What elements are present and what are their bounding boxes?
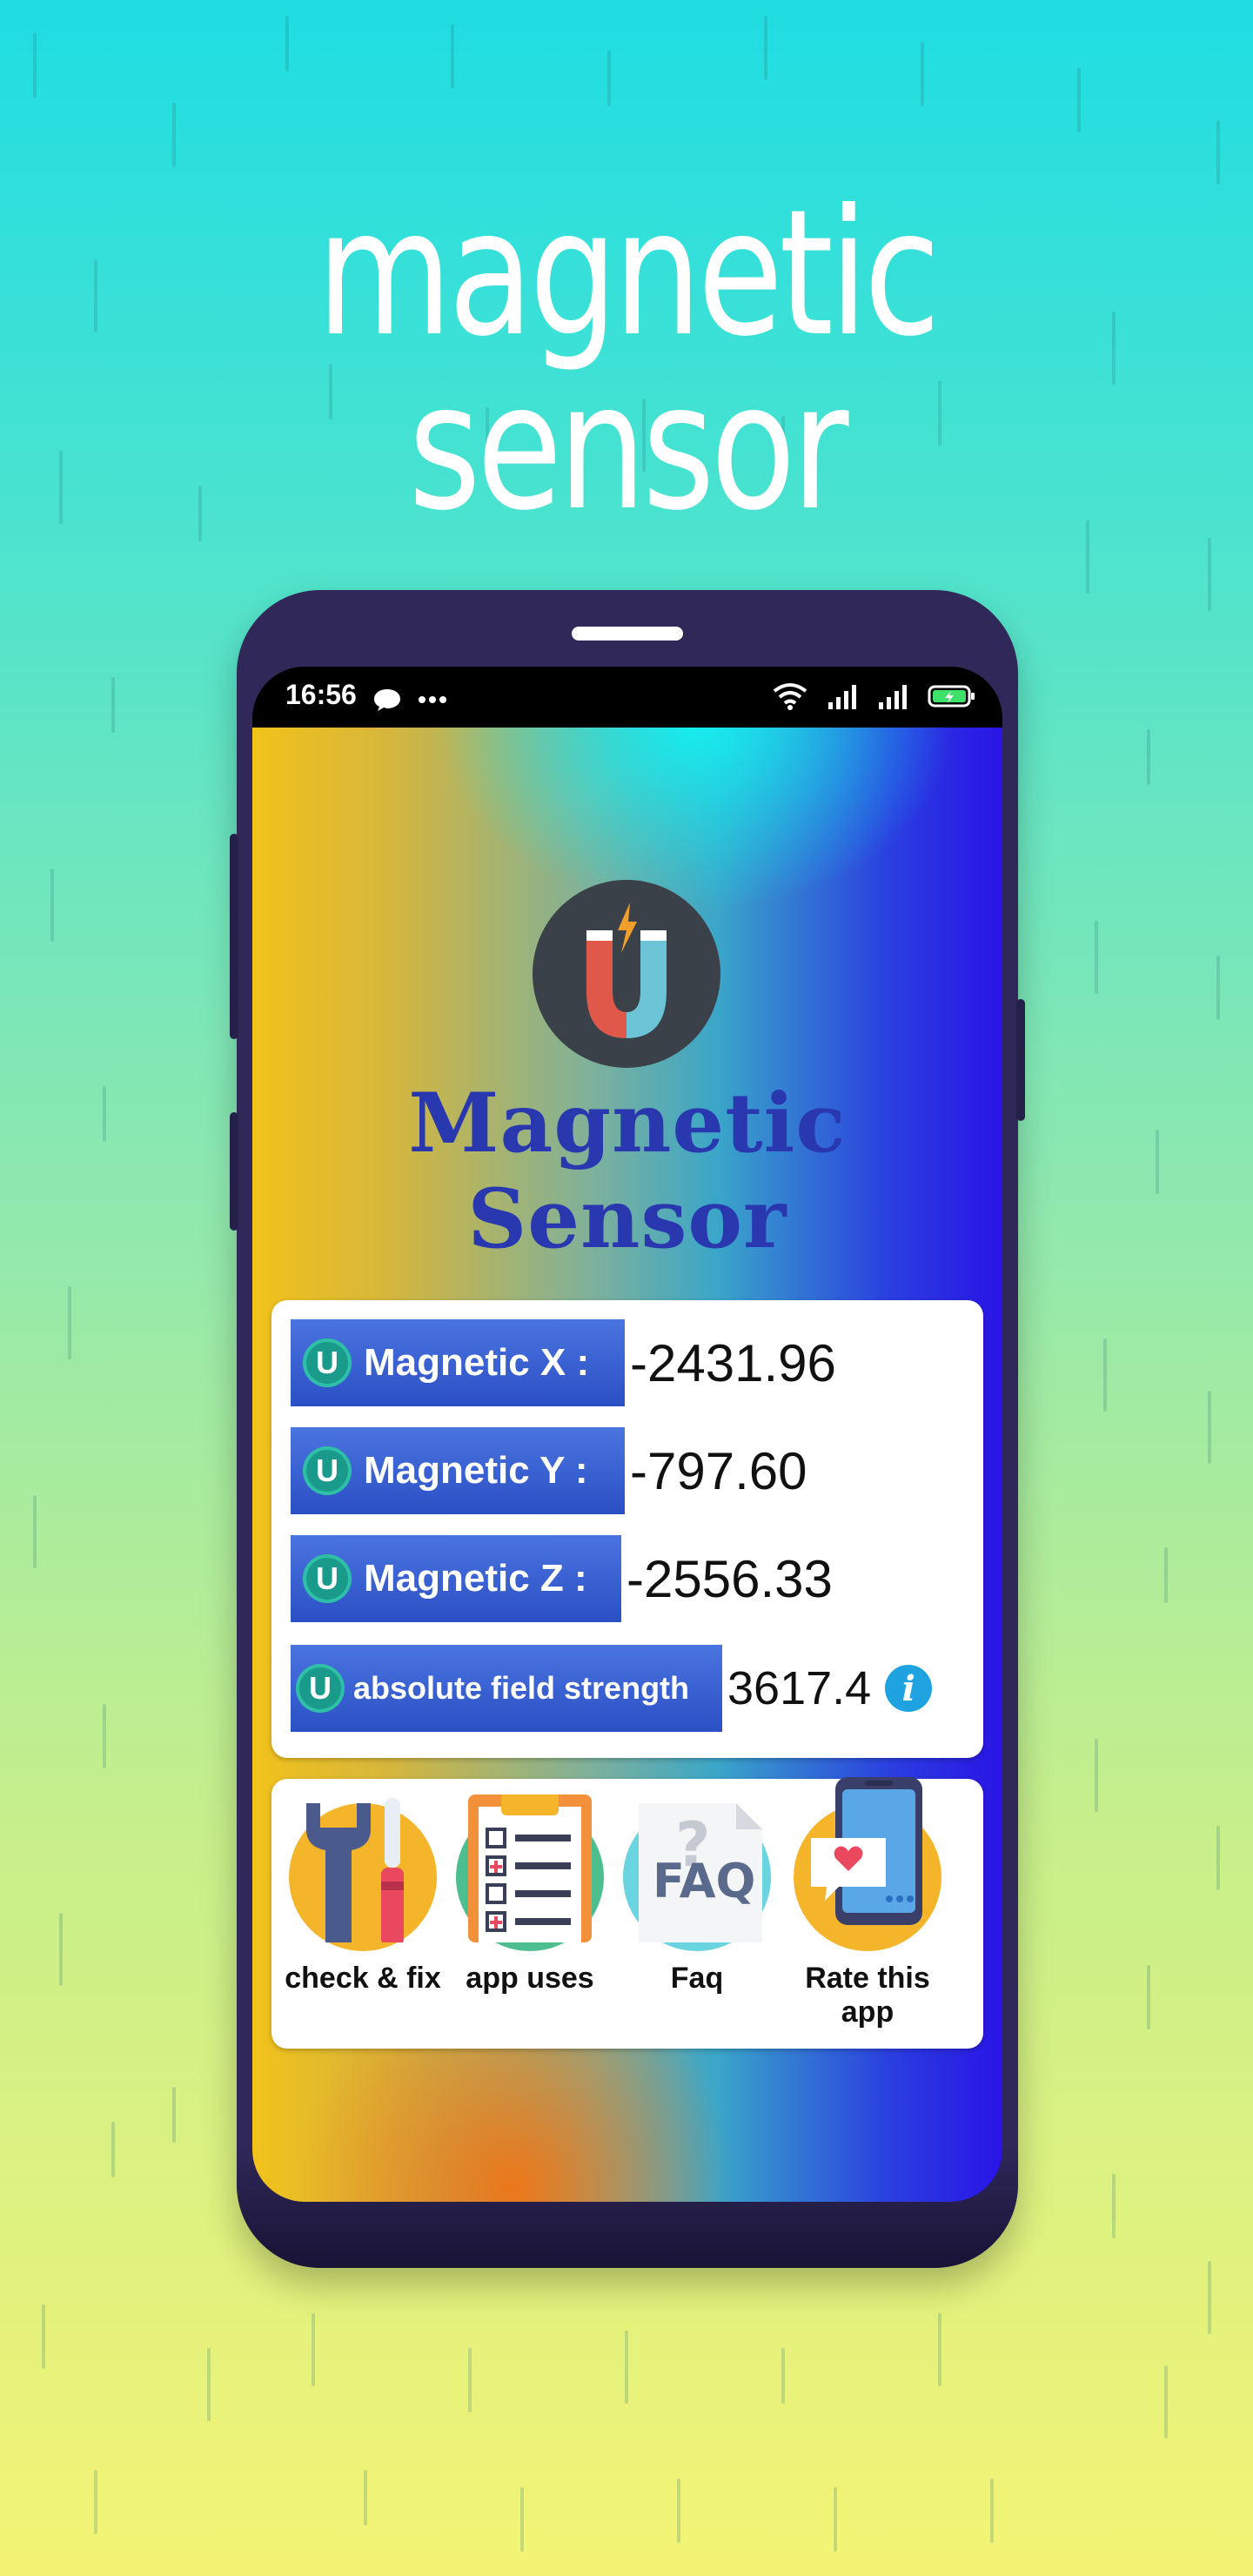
signal-icon [828,685,856,709]
phone-speaker [572,627,683,641]
reading-value-x: -2431.96 [630,1333,836,1392]
nav-item-app-uses[interactable]: app uses [447,1794,613,1996]
app-screen: Magnetic Sensor U Magnetic X : -2431.96 … [252,728,1002,2202]
phone-screen: 16:56 Magnetic Sensor U Magnetic X: -24… [252,667,1002,2202]
nav-item-rate[interactable]: Rate this app [785,1777,950,2029]
faq-icon: ? FAQ [623,1803,771,1951]
nav-label: Rate this app [805,1962,930,2029]
svg-text:FAQ: FAQ [653,1854,755,1909]
nav-card: check & fix app uses ? FAQ Faq Rate this… [271,1777,983,2049]
checklist-icon [456,1794,604,1951]
wifi-icon [773,683,807,710]
reading-label-box: U Magnetic Y : [291,1427,625,1514]
status-time: 16:56 [285,679,357,710]
nav-item-check-fix[interactable]: check & fix [280,1798,446,1996]
reading-label-box: U Magnetic Z : [291,1535,621,1622]
nav-label: Faq [670,1962,724,1995]
phone-frame: 16:56 Magnetic Sensor U Magnetic X: -24… [230,590,1025,2268]
magnet-badge-icon: U [303,1554,352,1603]
reading-row-x: U Magnetic X : -2431.96 [291,1319,836,1406]
nav-item-faq[interactable]: ? FAQ Faq [614,1803,780,1996]
reading-value-absolute: 3617.4 [727,1662,872,1714]
phone-power-button [1016,999,1025,1121]
phone-side-button [230,834,238,1039]
reading-value-y: -797.60 [630,1441,807,1500]
rate-phone-icon [794,1777,941,1951]
reading-label-box: U absolute field strength [291,1645,722,1732]
reading-label-box: U Magnetic X : [291,1319,625,1406]
reading-row-y: U Magnetic Y : -797.60 [291,1427,807,1514]
more-dots-icon [419,696,446,703]
app-logo [533,880,720,1068]
nav-label: app uses [466,1962,594,1995]
tools-icon [289,1798,437,1951]
magnet-icon [586,902,667,1038]
phone-side-button [230,1112,238,1231]
magnet-badge-icon: U [303,1338,352,1387]
promo-headline: magnetic sensor [316,172,941,549]
readings-card: U Magnetic X : -2431.96 U Magnetic Y : -… [271,1300,983,1758]
app-title: Magnetic Sensor [408,1076,847,1267]
reading-label: Magnetic X : [364,1341,590,1384]
nav-label: check & fix [285,1962,441,1995]
reading-row-z: U Magnetic Z : -2556.33 [291,1535,833,1622]
reading-row-absolute: U absolute field strength 3617.4 i [291,1645,933,1732]
reading-label: Magnetic Y : [364,1449,588,1492]
status-bar: 16:56 [252,667,1002,728]
chat-bubble-icon [374,689,400,711]
magnet-badge-icon: U [296,1664,345,1713]
battery-charging-icon [928,685,975,708]
magnet-badge-icon: U [303,1446,352,1495]
signal-icon [879,685,907,709]
reading-value-z: -2556.33 [626,1549,833,1608]
reading-label: absolute field strength [353,1670,690,1706]
reading-label: Magnetic Z : [364,1557,587,1600]
info-icon[interactable]: i [885,1665,933,1712]
